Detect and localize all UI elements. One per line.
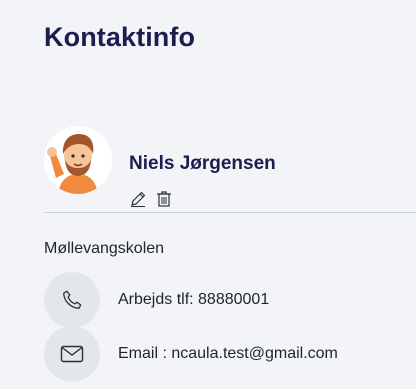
- phone-button[interactable]: [44, 272, 100, 328]
- page-title: Kontaktinfo: [44, 22, 196, 52]
- phone-icon: [63, 290, 82, 309]
- envelope-icon: [60, 345, 84, 363]
- contact-info-panel: Kontaktinfo Niels Jørgensen Møllevangsko…: [0, 0, 416, 389]
- edit-button[interactable]: [128, 189, 148, 209]
- phone-row: Arbejds tlf: 88880001: [44, 272, 269, 328]
- trash-icon: [157, 191, 171, 207]
- contact-name: Niels Jørgensen: [129, 153, 276, 174]
- delete-button[interactable]: [154, 189, 174, 209]
- phone-text: Arbejds tlf: 88880001: [118, 291, 270, 308]
- email-button[interactable]: [44, 326, 100, 382]
- contact-actions: [128, 189, 174, 209]
- email-row: Email : ncaula.test@gmail.com: [44, 326, 338, 382]
- pencil-icon: [131, 191, 146, 207]
- organization-name: Møllevangskolen: [44, 240, 165, 257]
- waving-person-avatar-icon: [44, 126, 112, 194]
- email-text: Email : ncaula.test@gmail.com: [118, 345, 338, 362]
- avatar: [44, 126, 112, 194]
- divider: [44, 212, 416, 213]
